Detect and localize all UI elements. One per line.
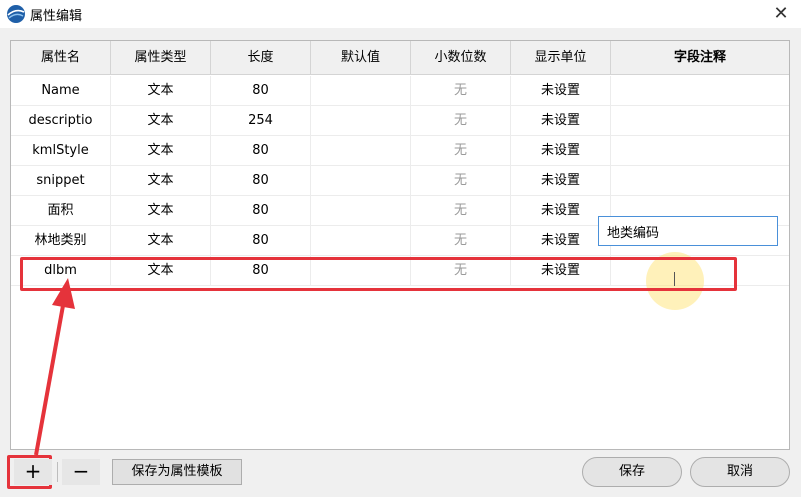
add-field-button[interactable]: + xyxy=(14,459,52,485)
remove-field-button[interactable]: − xyxy=(62,459,100,485)
annotation-arrow xyxy=(34,278,75,456)
save-button[interactable]: 保存 xyxy=(582,457,682,487)
cancel-button[interactable]: 取消 xyxy=(690,457,790,487)
toolbar-divider xyxy=(57,462,58,482)
save-as-template-button[interactable]: 保存为属性模板 xyxy=(112,459,242,485)
